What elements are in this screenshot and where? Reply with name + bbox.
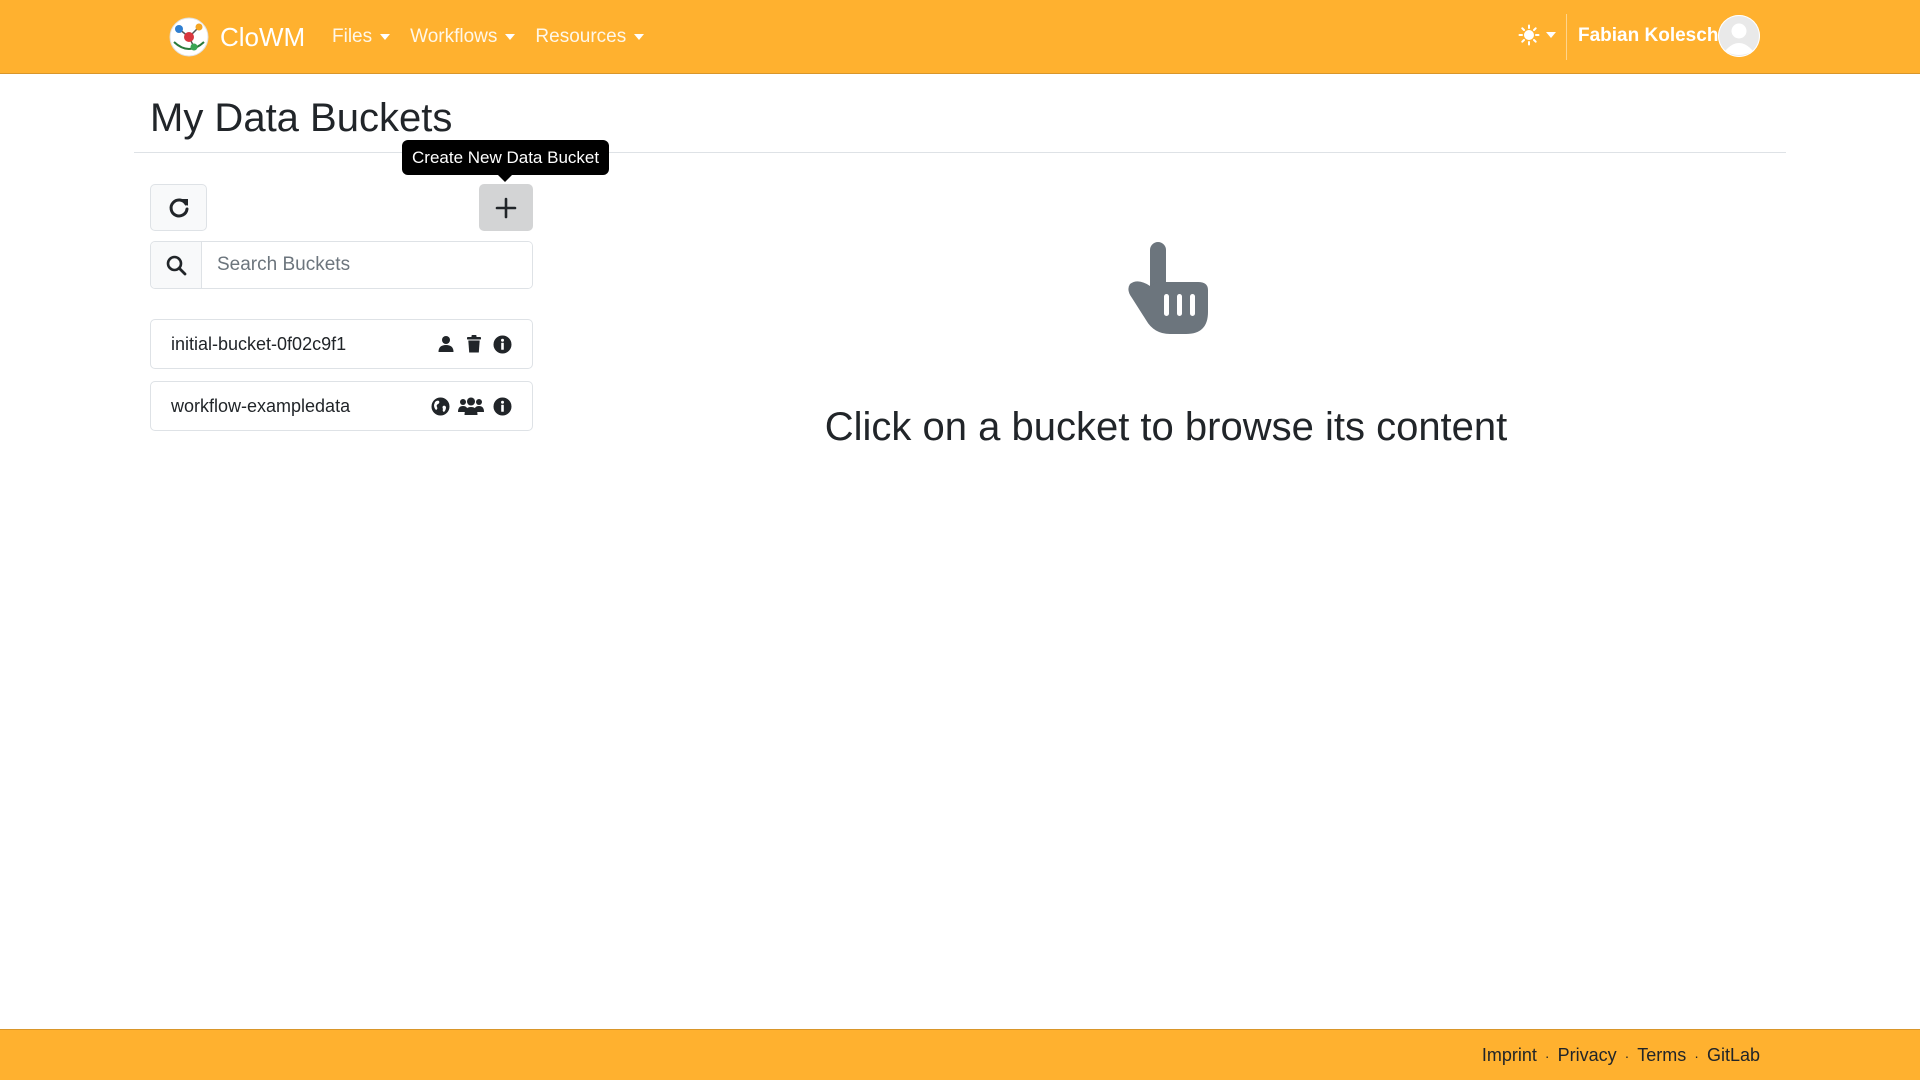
sun-icon (1518, 24, 1540, 46)
user-name[interactable]: Fabian Kolesch (1578, 25, 1718, 47)
nav-workflows-dropdown[interactable]: Workflows (410, 26, 516, 48)
create-bucket-button[interactable] (479, 184, 533, 231)
user-icon (436, 334, 456, 354)
bucket-item[interactable]: initial-bucket-0f02c9f1 (150, 319, 533, 369)
brand-link[interactable]: CloWM (168, 14, 305, 60)
title-divider (134, 152, 1786, 153)
hand-pointer-icon (1128, 242, 1208, 334)
footer-link-privacy[interactable]: Privacy (1558, 1045, 1617, 1066)
nav-resources-dropdown[interactable]: Resources (535, 26, 645, 48)
top-navbar: CloWM Files Workflows Resources Fabian K… (0, 0, 1920, 74)
user-avatar[interactable] (1718, 15, 1760, 57)
search-group (150, 241, 533, 289)
main-nav: Files Workflows Resources (332, 0, 645, 74)
nav-resources-label: Resources (535, 26, 627, 47)
info-icon[interactable] (492, 334, 512, 354)
refresh-icon (169, 198, 188, 217)
nav-files-dropdown[interactable]: Files (332, 26, 391, 48)
page-title: My Data Buckets (150, 96, 453, 140)
empty-state-message: Click on a bucket to browse its content (824, 405, 1508, 449)
navbar-divider (1566, 14, 1567, 60)
footer-separator: · (1544, 1047, 1550, 1064)
footer-links: Imprint · Privacy · Terms · GitLab (1482, 1030, 1760, 1081)
delete-bucket-trash-icon[interactable] (464, 334, 484, 354)
brand-name: CloWM (220, 21, 306, 52)
footer-separator: · (1624, 1047, 1630, 1064)
bucket-actions (436, 334, 512, 354)
avatar-placeholder-icon (1718, 15, 1760, 57)
footer-link-imprint[interactable]: Imprint (1482, 1045, 1537, 1066)
plus-icon (495, 197, 517, 218)
footer-separator: · (1694, 1047, 1699, 1064)
search-addon (151, 242, 202, 288)
clowm-logo-icon (169, 17, 209, 57)
caret-down-icon (505, 34, 516, 40)
nav-workflows-label: Workflows (410, 26, 498, 47)
bucket-name: initial-bucket-0f02c9f1 (171, 333, 347, 354)
footer: Imprint · Privacy · Terms · GitLab (0, 1029, 1920, 1080)
theme-toggle-dropdown[interactable] (1518, 24, 1556, 46)
footer-link-terms[interactable]: Terms (1637, 1045, 1686, 1066)
search-buckets-input[interactable] (202, 242, 532, 288)
refresh-buckets-button[interactable] (150, 184, 207, 231)
footer-link-gitlab[interactable]: GitLab (1707, 1045, 1760, 1066)
search-icon (166, 255, 186, 275)
caret-down-icon (1546, 32, 1556, 38)
tooltip-arrow (498, 175, 512, 182)
caret-down-icon (634, 34, 645, 40)
create-bucket-tooltip: Create New Data Bucket (402, 140, 610, 175)
nav-files-label: Files (332, 26, 373, 47)
caret-down-icon (380, 34, 391, 40)
